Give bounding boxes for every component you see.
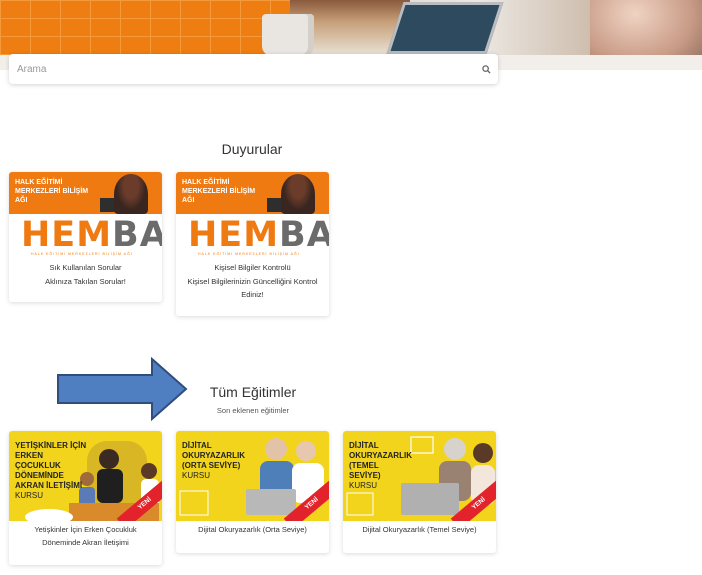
card-title[interactable]: Dijital Okuryazarlık (Orta Seviye) [176,523,329,536]
announcement-card-2[interactable]: HALK EĞİTİMİ MERKEZLERİ BİLİŞİM AĞI HEMB… [176,172,329,316]
course-image-title: DİJİTAL OKURYAZARLIK (ORTA SEVİYE) KURSU [182,441,245,480]
course-image: DİJİTAL OKURYAZARLIK (TEMEL SEVİYE) KURS… [343,431,496,521]
card-desc: Aklınıza Takılan Sorular! [45,277,126,286]
hemba-logo-sub: HALK EĞİTİMİ MERKEZLERİ BİLİŞİM AĞI [31,252,133,256]
hemba-logo: HEMBA [188,215,329,255]
search-bar[interactable] [9,54,498,84]
course-card-1[interactable]: YETİŞKİNLER İÇİN ERKEN ÇOCUKLUK DÖNEMİND… [9,431,162,565]
announcement-image: HALK EĞİTİMİ MERKEZLERİ BİLİŞİM AĞI HEMB… [9,172,162,260]
course-card-3[interactable]: DİJİTAL OKURYAZARLIK (TEMEL SEVİYE) KURS… [343,431,496,553]
course-image-title: YETİŞKİNLER İÇİN ERKEN ÇOCUKLUK DÖNEMİND… [15,441,87,500]
card-title[interactable]: Dijital Okuryazarlık (Temel Seviye) [343,523,496,536]
hero-laptop [386,2,504,54]
courses-title: Tüm Eğitimler [209,384,297,400]
image-heading: HALK EĞİTİMİ MERKEZLERİ BİLİŞİM AĞI [15,179,89,204]
hemba-logo-sub: HALK EĞİTİMİ MERKEZLERİ BİLİŞİM AĞI [198,252,300,256]
hemba-logo: HEMBA [21,215,162,255]
announcement-image: HALK EĞİTİMİ MERKEZLERİ BİLİŞİM AĞI HEMB… [176,172,329,260]
card-title[interactable]: Yetişkinler İçin Erken Çocukluk Dönemind… [9,523,162,549]
announcements-title: Duyurular [221,141,283,157]
courses-subtitle: Son eklenen eğitimler [216,406,290,415]
course-image-title: DİJİTAL OKURYAZARLIK (TEMEL SEVİYE) KURS… [349,441,412,490]
arrow-right-icon [57,357,188,421]
course-card-2[interactable]: DİJİTAL OKURYAZARLIK (ORTA SEVİYE) KURSU… [176,431,329,553]
course-image: DİJİTAL OKURYAZARLIK (ORTA SEVİYE) KURSU… [176,431,329,521]
card-desc: Kişisel Bilgilerinizin Güncelliğini Kont… [187,277,318,299]
announcement-card-1[interactable]: HALK EĞİTİMİ MERKEZLERİ BİLİŞİM AĞI HEMB… [9,172,162,302]
card-title[interactable]: Kişisel Bilgiler Kontrolü [176,261,329,274]
card-title[interactable]: Sık Kullanılan Sorular [9,261,162,274]
course-image: YETİŞKİNLER İÇİN ERKEN ÇOCUKLUK DÖNEMİND… [9,431,162,521]
search-input[interactable] [9,54,474,84]
search-icon[interactable] [474,54,498,84]
hero-mug [262,14,314,56]
image-heading: HALK EĞİTİMİ MERKEZLERİ BİLİŞİM AĞI [182,179,256,204]
